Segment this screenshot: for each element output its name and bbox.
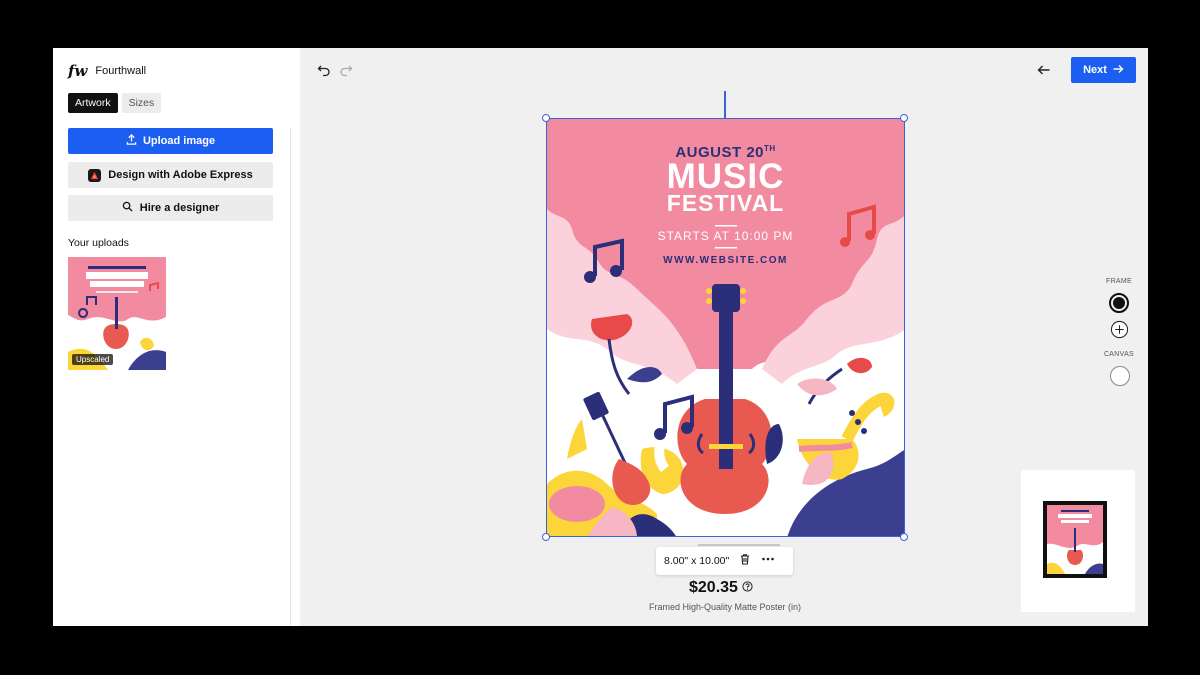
- size-toolbar: 8.00" x 10.00": [656, 547, 793, 575]
- sidebar: fw Fourthwall Artwork Sizes Upload image…: [53, 48, 300, 626]
- trash-icon[interactable]: [739, 552, 751, 570]
- hire-designer-label: Hire a designer: [139, 202, 220, 214]
- brand-name: Fourthwall: [95, 65, 147, 77]
- back-arrow-icon[interactable]: [1036, 62, 1052, 83]
- frame-color-fill: [1113, 297, 1125, 309]
- sidebar-divider: [290, 128, 291, 626]
- resize-handle-top-left[interactable]: [542, 114, 550, 122]
- adobe-express-button[interactable]: Design with Adobe Express: [68, 162, 273, 188]
- upload-thumbnail[interactable]: Upscaled: [68, 257, 166, 370]
- uploads-title: Your uploads: [68, 237, 129, 249]
- next-button[interactable]: Next: [1071, 57, 1136, 83]
- upscaled-badge: Upscaled: [72, 354, 114, 365]
- poster-time: STARTS AT 10:00 PM: [657, 229, 794, 243]
- add-frame-icon[interactable]: [1110, 320, 1130, 340]
- help-icon[interactable]: [742, 579, 753, 597]
- price-value: $20.35: [689, 579, 738, 596]
- poster-title-line2: FESTIVAL: [666, 190, 785, 216]
- frame-preview-card[interactable]: [1021, 470, 1135, 612]
- adobe-express-label: Design with Adobe Express: [108, 169, 253, 181]
- product-description: Framed High-Quality Matte Poster (in): [648, 602, 802, 612]
- canvas-color-white[interactable]: [1110, 366, 1130, 386]
- upload-image-button[interactable]: Upload image: [68, 128, 273, 154]
- poster-artwork[interactable]: AUGUST 20TH MUSIC FESTIVAL STARTS AT 10:…: [546, 118, 905, 537]
- frame-color-black[interactable]: [1109, 293, 1129, 313]
- resize-handle-bottom-right[interactable]: [900, 533, 908, 541]
- upload-icon: [126, 134, 137, 148]
- hire-designer-button[interactable]: Hire a designer: [68, 195, 273, 221]
- arrow-right-icon: [1112, 63, 1124, 78]
- brand[interactable]: fw Fourthwall: [68, 62, 146, 80]
- adobe-express-icon: [88, 168, 102, 182]
- price-display: $20.35: [689, 579, 753, 597]
- brand-logo: fw: [68, 62, 88, 80]
- tab-artwork[interactable]: Artwork: [68, 93, 118, 113]
- canvas-label: CANVAS: [1103, 351, 1135, 358]
- tab-sizes[interactable]: Sizes: [121, 93, 162, 113]
- rotate-handle-line[interactable]: [724, 91, 726, 118]
- next-label: Next: [1083, 64, 1107, 76]
- more-options-icon[interactable]: [761, 552, 775, 570]
- upload-image-label: Upload image: [142, 135, 216, 147]
- poster-website: WWW.WEBSITE.COM: [663, 255, 788, 266]
- search-icon: [122, 201, 133, 215]
- undo-icon[interactable]: [317, 63, 331, 82]
- redo-icon[interactable]: [339, 63, 353, 82]
- editor-app: fw Fourthwall Artwork Sizes Upload image…: [53, 48, 1148, 626]
- frame-preview-image: [1043, 501, 1107, 578]
- resize-handle-bottom-left[interactable]: [542, 533, 550, 541]
- size-bar-indicator: [698, 544, 780, 546]
- frame-label: FRAME: [1106, 278, 1132, 285]
- poster-date-suffix: TH: [764, 144, 776, 153]
- resize-handle-top-right[interactable]: [900, 114, 908, 122]
- sidebar-tabs: Artwork Sizes: [68, 93, 162, 113]
- size-select[interactable]: 8.00" x 10.00": [664, 555, 729, 567]
